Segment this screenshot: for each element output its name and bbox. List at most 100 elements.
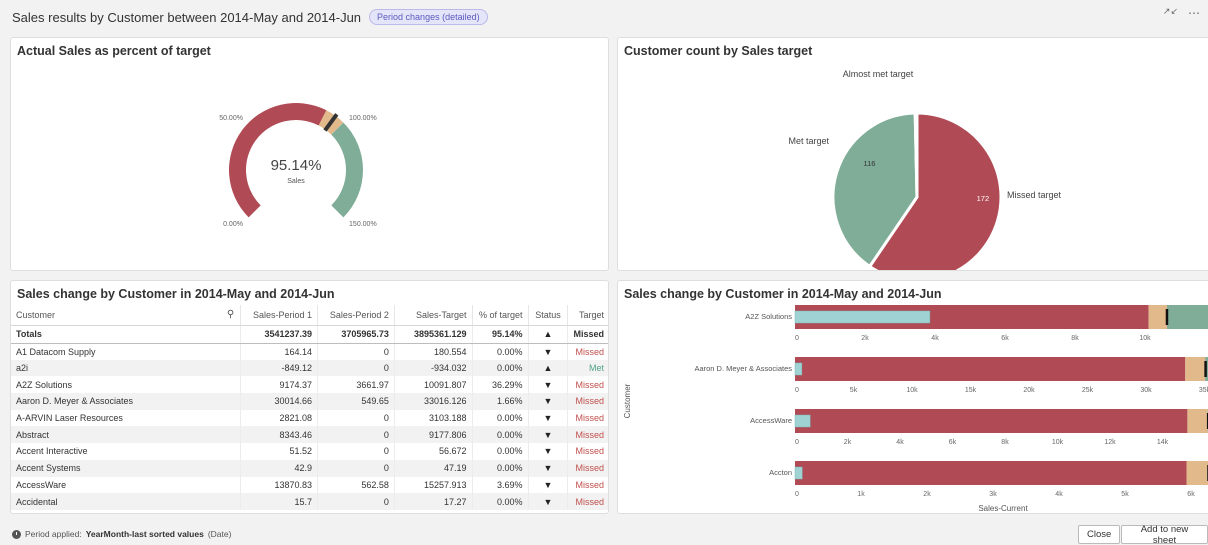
cell-percent: 0.00% [472,493,529,510]
bullet-category-label: A2Z Solutions [745,312,792,321]
cell-status-icon: ▼ [528,343,569,360]
cell-percent: 0.00% [472,359,529,377]
gauge-measure: Sales [287,178,305,185]
table-row[interactable]: A1 Datacom Supply 164.14 0 180.554 0.00% ▼ Mis… [11,343,608,360]
bullet-tick-label: 1k [857,491,865,498]
collapse-icon[interactable]: ↗↙ [1163,6,1178,20]
column-header-target-sales[interactable]: Sales-Target [394,305,473,326]
bullet-target-marker [1165,309,1169,325]
pie-category-label: Missed target [1007,190,1062,200]
bullet-panel[interactable]: Sales change by Customer in 2014-May and… [617,280,1208,514]
bullet-tick-label: 5k [850,387,858,394]
cell-period2: 3661.97 [317,376,395,394]
table-row[interactable]: Aaron D. Meyer & Associates 30014.66 549.6… [11,393,608,410]
bullet-tick-label: 8k [1001,439,1009,446]
table-row[interactable]: Accidental 15.7 0 17.27 0.00% ▼ Missed [11,493,608,510]
gauge-panel[interactable]: Actual Sales as percent of target 0.00% 5… [10,37,609,271]
cell-period2: 0 [317,459,395,477]
period-suffix: (Date) [207,529,232,539]
bullet-tick-label: 10k [906,387,918,394]
cell-result: Missed [567,493,608,510]
totals-percent: 95.14% [472,325,529,344]
cell-period1: 8343.46 [240,426,319,444]
bullet-actual-bar[interactable] [794,414,811,428]
cell-target-sales: 180.554 [394,343,473,360]
sales-table: Customer ⚲ Sales-Period 1 Sales-Period 2 … [11,305,608,510]
add-to-new-sheet-button[interactable]: Add to new sheet [1121,524,1208,545]
pie-panel[interactable]: Customer count by Sales target 172 116 Mis… [617,37,1208,271]
cell-status-icon: ▼ [528,409,569,427]
bullet-actual-bar[interactable] [794,466,803,480]
bullet-band [795,409,1188,433]
cell-period2: 0 [317,343,395,360]
bullet-tick-label: 2k [861,335,869,342]
cell-customer: Accent Interactive [11,443,242,460]
close-button[interactable]: Close [1078,525,1121,544]
footer-bar: Period applied: YearMonth-last sorted va… [0,523,1208,545]
cell-period1: -849.12 [240,359,319,377]
cell-percent: 0.00% [472,443,529,460]
column-header-customer[interactable]: Customer ⚲ [11,305,242,326]
cell-customer: A1 Datacom Supply [11,343,242,360]
pie-chart: 172 116 Missed target Met target Almost met … [788,69,1062,270]
bullet-band [1167,305,1208,329]
cell-period1: 15.7 [240,493,319,510]
bullet-tick-label: 8k [1071,335,1079,342]
cell-status-icon: ▼ [528,426,569,444]
bullet-tick-label: 4k [896,439,904,446]
bullet-tick-label: 6k [949,439,957,446]
bullet-tick-label: 10k [1139,335,1151,342]
bullet-band [1185,357,1206,381]
table-row[interactable]: Accent Systems 42.9 0 47.19 0.00% ▼ Missed [11,459,608,477]
cell-percent: 0.00% [472,426,529,444]
pie-slice[interactable] [913,111,919,198]
cell-target-sales: 9177.806 [394,426,473,444]
cell-result: Missed [575,346,604,357]
gauge-value: 95.14% [271,157,322,174]
bullet-band [1186,461,1208,485]
bullet-tick-label: 4k [931,335,939,342]
cell-percent: 0.00% [472,409,529,427]
cell-period2: 0 [317,359,395,377]
bullet-tick-label: 35k [1199,387,1208,394]
cell-result: Missed [575,413,604,424]
search-icon[interactable]: ⚲ [227,309,234,320]
x-axis-title: Sales-Current [978,504,1028,513]
bullet-actual-bar[interactable] [794,310,931,324]
gauge-tick-label: 50.00% [219,115,243,122]
table-row[interactable]: A2Z Solutions 9174.37 3661.97 10091.807 36.2… [11,376,608,394]
totals-row: Totals 3541237.39 3705965.73 3895361.129… [11,325,608,344]
cell-period1: 2821.08 [240,409,319,427]
cell-percent: 0.00% [472,459,529,477]
bullet-tick-label: 5k [1121,491,1129,498]
bullet-category-label: Aaron D. Meyer & Associates [694,364,792,373]
table-row[interactable]: Accent Interactive 51.52 0 56.672 0.00% ▼ Miss… [11,443,608,460]
cell-percent: 3.69% [472,476,529,494]
table-row[interactable]: AccessWare 13870.83 562.58 15257.913 3.69% ▼ M… [11,476,608,494]
column-header-status[interactable]: Status [528,305,569,326]
cell-period2: 0 [317,443,395,460]
bullet-tick-label: 14k [1157,439,1169,446]
column-header-period2[interactable]: Sales-Period 2 [317,305,395,326]
period-badge[interactable]: Period changes (detailed) [369,9,488,25]
table-panel[interactable]: Sales change by Customer in 2014-May and… [10,280,609,514]
cell-percent: 1.66% [472,393,529,410]
cell-status-icon: ▼ [528,459,569,477]
table-row[interactable]: Abstract 8343.46 0 9177.806 0.00% ▼ Missed [11,426,608,444]
table-row[interactable]: a2i -849.12 0 -934.032 0.00% ▲ Met [11,359,608,377]
bullet-actual-bar[interactable] [794,362,803,376]
table-row[interactable]: A-ARVIN Laser Resources 2821.08 0 3103.188 0… [11,409,608,427]
more-icon[interactable]: ⋯ [1188,6,1200,20]
bullet-tick-label: 4k [1055,491,1063,498]
cell-customer: Accent Systems [11,459,242,477]
totals-result: Missed [567,325,608,344]
cell-status-icon: ▼ [528,376,569,394]
cell-period2: 0 [317,409,395,427]
totals-target: 3895361.129 [394,325,473,344]
column-header-target[interactable]: Target [567,305,608,326]
column-header-period1[interactable]: Sales-Period 1 [240,305,319,326]
table-header-row: Customer ⚲ Sales-Period 1 Sales-Period 2 … [11,305,608,326]
bullet-tick-label: 0 [795,491,799,498]
gauge-segment [331,122,364,218]
column-header-percent[interactable]: % of target [472,305,529,326]
